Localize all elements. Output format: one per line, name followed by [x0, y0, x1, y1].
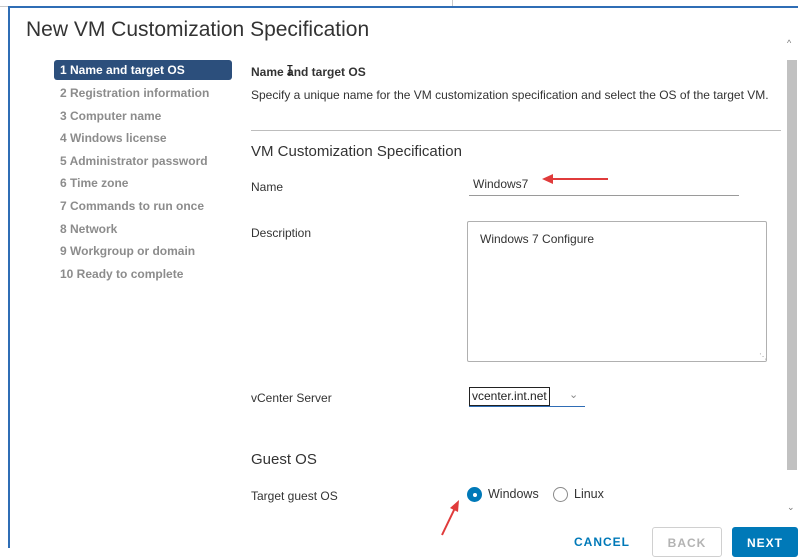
step-windows-license[interactable]: 4 Windows license: [54, 127, 234, 150]
step-content: Name and target OS Specify a unique name…: [251, 58, 781, 556]
back-button[interactable]: BACK: [652, 527, 722, 557]
description-textarea[interactable]: Windows 7 Configure: [467, 221, 767, 362]
cancel-button[interactable]: CANCEL: [560, 527, 644, 557]
next-button[interactable]: NEXT: [732, 527, 798, 557]
step-network[interactable]: 8 Network: [54, 218, 234, 241]
name-label: Name: [251, 180, 284, 194]
os-windows-label: Windows: [488, 487, 539, 501]
section-description: Specify a unique name for the VM customi…: [251, 88, 769, 102]
step-workgroup-or-domain[interactable]: 9 Workgroup or domain: [54, 240, 234, 263]
customization-dialog: New VM Customization Specification 1 Nam…: [8, 6, 798, 548]
os-linux-label: Linux: [574, 487, 604, 501]
scrollbar-thumb[interactable]: [787, 60, 797, 470]
scroll-up-icon[interactable]: ^: [787, 38, 791, 48]
dialog-footer: CANCEL BACK NEXT: [560, 520, 798, 557]
radio-unchecked-icon: [553, 487, 568, 502]
dialog-title: New VM Customization Specification: [26, 18, 370, 41]
wizard-steps: 1 Name and target OS 2 Registration info…: [54, 59, 234, 285]
resize-grip-icon[interactable]: ⋱: [759, 352, 767, 361]
step-commands-to-run-once[interactable]: 7 Commands to run once: [54, 195, 234, 218]
step-registration-information[interactable]: 2 Registration information: [54, 82, 234, 105]
step-ready-to-complete[interactable]: 10 Ready to complete: [54, 263, 234, 286]
step-computer-name[interactable]: 3 Computer name: [54, 105, 234, 128]
step-name-and-target-os[interactable]: 1 Name and target OS: [54, 60, 232, 80]
vcenter-select[interactable]: vcenter.int.net ⌄: [469, 384, 585, 407]
guest-os-heading: Guest OS: [251, 451, 317, 468]
section-title: Name and target OS: [251, 65, 366, 79]
radio-checked-icon: [467, 487, 482, 502]
scroll-down-icon[interactable]: ⌄: [787, 502, 795, 512]
content-scrollbar[interactable]: ^ ⌄: [786, 38, 798, 512]
step-time-zone[interactable]: 6 Time zone: [54, 172, 234, 195]
spec-heading: VM Customization Specification: [251, 143, 462, 160]
text-cursor-icon: I: [286, 64, 294, 79]
target-os-label: Target guest OS: [251, 489, 338, 503]
vcenter-select-value: vcenter.int.net: [469, 387, 550, 406]
section-divider: [251, 130, 781, 131]
step-administrator-password[interactable]: 5 Administrator password: [54, 150, 234, 173]
name-input[interactable]: [469, 173, 739, 196]
description-label: Description: [251, 226, 312, 240]
chevron-down-icon: ⌄: [569, 389, 579, 401]
vcenter-label: vCenter Server: [251, 391, 332, 405]
